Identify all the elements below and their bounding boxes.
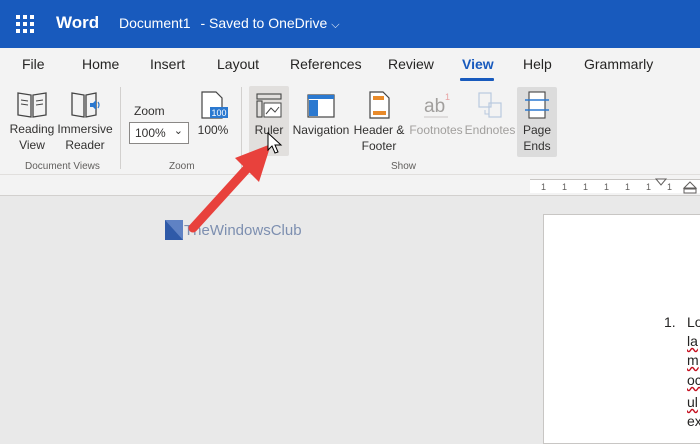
document-text-line[interactable]: ex	[687, 413, 700, 429]
reader-speaker-icon	[71, 92, 100, 118]
group-label-document-views: Document Views	[25, 161, 100, 172]
immersive-reader-label: Immersive Reader	[57, 122, 113, 152]
tab-help[interactable]: Help	[523, 56, 552, 72]
endnotes-button[interactable]: Endnotes	[464, 90, 516, 138]
ribbon-tabs: File Home Insert Layout References Revie…	[0, 48, 700, 126]
waffle-icon[interactable]	[16, 15, 34, 33]
endnotes-label: Endnotes	[464, 123, 516, 137]
group-separator	[120, 87, 121, 169]
tab-home[interactable]: Home	[82, 56, 119, 72]
document-page[interactable]	[543, 214, 700, 444]
tab-review[interactable]: Review	[388, 56, 434, 72]
mouse-cursor-icon	[267, 132, 283, 154]
tab-grammarly[interactable]: Grammarly	[584, 56, 653, 72]
ruler-tick-label: 1	[646, 182, 652, 192]
ruler-tick-label: 1	[562, 182, 568, 192]
hundred-icon-text: 100	[211, 108, 226, 118]
reading-view-label: Reading View	[9, 122, 55, 152]
header-footer-button[interactable]: Header & Footer	[352, 90, 406, 154]
watermark-logo-icon	[165, 220, 183, 240]
document-text-line[interactable]: oc	[687, 372, 700, 388]
horizontal-ruler[interactable]: 1 1 1 1 1 1 1	[530, 178, 700, 195]
tab-view[interactable]: View	[462, 56, 494, 72]
zoom-label: Zoom	[134, 104, 165, 118]
zoom-select[interactable]: 100% ⌄	[129, 122, 189, 144]
tab-references[interactable]: References	[290, 56, 362, 72]
annotation-arrow-icon	[188, 144, 271, 233]
header-footer-icon	[369, 91, 390, 119]
indent-marker-icon[interactable]	[654, 178, 668, 194]
svg-text:1: 1	[445, 92, 450, 102]
chevron-down-icon: ⌄	[173, 125, 183, 137]
ribbon: Reading View Immersive Reader Document V…	[0, 81, 700, 174]
page-ends-button[interactable]: Page Ends	[517, 90, 557, 154]
tab-file[interactable]: File	[22, 56, 45, 72]
ruler-icon	[256, 93, 282, 118]
right-indent-marker-icon[interactable]	[682, 181, 698, 195]
book-icon	[17, 92, 47, 118]
navigation-button[interactable]: Navigation	[291, 90, 351, 138]
zoom-select-value: 100%	[135, 126, 166, 140]
ruler-tick-label: 1	[604, 182, 610, 192]
ruler-tick-label: 1	[541, 182, 547, 192]
ruler-tick-label: 1	[625, 182, 631, 192]
document-title-button[interactable]: Document1 - Saved to OneDrive ⌵	[119, 15, 340, 32]
app-name[interactable]: Word	[56, 13, 99, 33]
navigation-label: Navigation	[292, 123, 350, 137]
hundred-percent-label: 100%	[197, 123, 229, 137]
horizontal-ruler-strip: 1 1 1 1 1 1 1	[0, 174, 700, 196]
title-bar: Word Document1 - Saved to OneDrive ⌵	[0, 0, 700, 48]
svg-text:ab: ab	[424, 96, 445, 117]
footnote-icon: ab 1	[424, 92, 450, 118]
endnote-icon	[478, 92, 502, 118]
page-ends-label: Page Ends	[522, 123, 552, 153]
tab-layout[interactable]: Layout	[217, 56, 259, 72]
footnotes-label: Footnotes	[409, 123, 463, 137]
document-text-line[interactable]: la	[687, 333, 698, 349]
document-title: Document1	[119, 15, 191, 31]
reading-view-button[interactable]: Reading View	[8, 89, 56, 153]
document-text-line[interactable]: m	[687, 352, 699, 368]
immersive-reader-button[interactable]: Immersive Reader	[56, 89, 114, 153]
tab-insert[interactable]: Insert	[150, 56, 185, 72]
chevron-down-icon: ⌵	[331, 19, 340, 31]
footnotes-button[interactable]: ab 1 Footnotes	[408, 90, 464, 138]
hundred-percent-button[interactable]: 100 100%	[194, 90, 232, 138]
document-text-line[interactable]: Lo	[687, 314, 700, 330]
navigation-pane-icon	[307, 94, 335, 118]
page-ends-icon	[525, 91, 549, 119]
list-number: 1.	[664, 314, 676, 330]
save-status: - Saved to OneDrive	[200, 15, 328, 31]
ruler-tick-label: 1	[583, 182, 589, 192]
page-100-icon: 100	[201, 91, 228, 119]
ruler-button[interactable]: Ruler	[250, 90, 288, 138]
document-text-line[interactable]: ul	[687, 394, 698, 410]
group-label-show: Show	[391, 161, 417, 172]
watermark: TheWindowsClub	[165, 220, 302, 245]
header-footer-label: Header & Footer	[353, 123, 405, 153]
